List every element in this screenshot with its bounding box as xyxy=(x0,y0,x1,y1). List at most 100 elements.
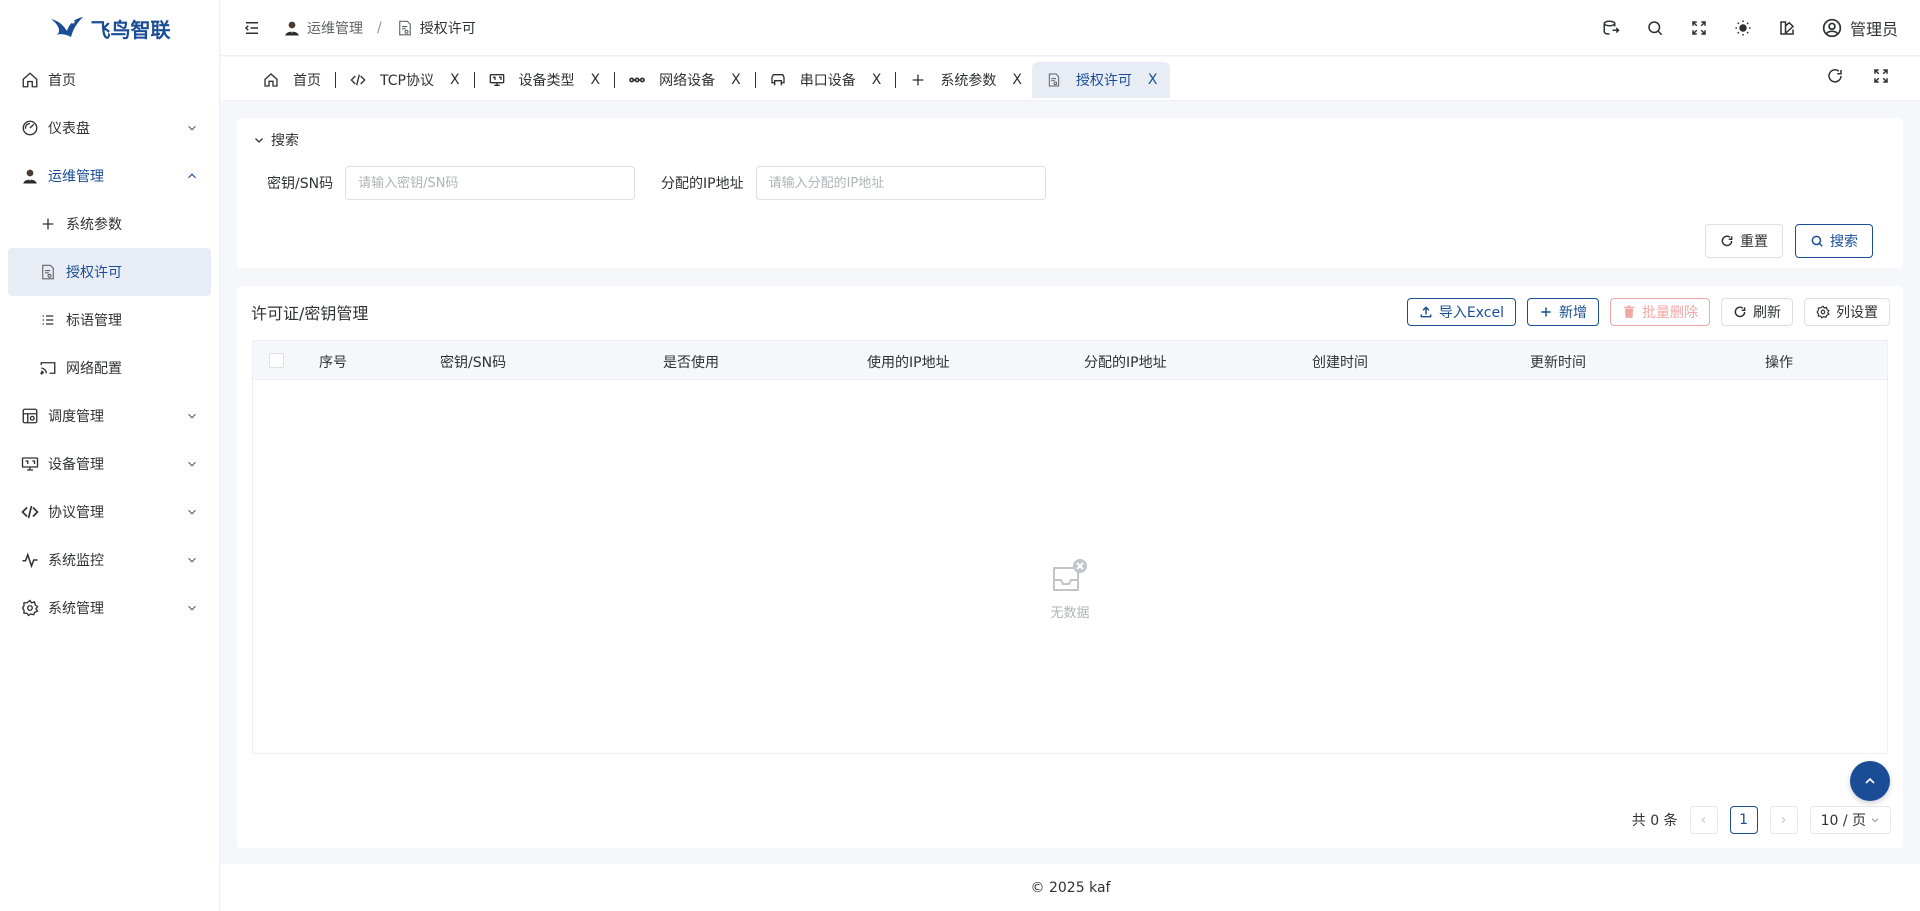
chevron-down-icon xyxy=(185,457,199,471)
sidebar-item-dashboard[interactable]: 仪表盘 xyxy=(0,104,219,152)
refresh-button[interactable]: 刷新 xyxy=(1721,298,1793,326)
sidebar-item-protocol[interactable]: 协议管理 xyxy=(0,488,219,536)
theme-icon[interactable] xyxy=(1778,19,1796,37)
sidebar-item-label: 调度管理 xyxy=(48,409,104,425)
empty-inbox-icon xyxy=(1050,556,1090,596)
add-button[interactable]: 新增 xyxy=(1527,298,1599,326)
app-logo[interactable]: 飞鸟智联 xyxy=(0,0,219,56)
fullscreen-icon[interactable] xyxy=(1872,67,1890,85)
fullscreen-icon[interactable] xyxy=(1690,19,1708,37)
chevron-down-icon xyxy=(185,121,199,135)
column-header-actions: 操作 xyxy=(1765,355,1793,371)
tab-close-button[interactable]: X xyxy=(872,72,882,88)
search-icon[interactable] xyxy=(1646,19,1664,37)
sidebar-item-label: 设备管理 xyxy=(48,457,104,473)
code-icon xyxy=(350,72,366,88)
chevron-down-icon xyxy=(185,505,199,519)
sidebar-item-slogan[interactable]: 标语管理 xyxy=(0,296,219,344)
chevron-down-icon xyxy=(253,134,265,146)
sidebar-item-network-config[interactable]: 网络配置 xyxy=(0,344,219,392)
tab-close-button[interactable]: X xyxy=(1012,72,1022,88)
reset-button[interactable]: 重置 xyxy=(1705,224,1783,258)
tab-network-device[interactable]: 网络设备 X xyxy=(619,62,751,98)
search-panel: 搜索 密钥/SN码 分配的IP地址 重置 搜索 xyxy=(237,118,1903,268)
tab-label: 系统参数 xyxy=(940,73,997,89)
next-page-button[interactable]: › xyxy=(1769,806,1798,834)
page-number-button[interactable]: 1 xyxy=(1729,806,1758,834)
back-to-top-button[interactable] xyxy=(1850,761,1890,801)
search-collapse-toggle[interactable]: 搜索 xyxy=(253,130,299,150)
tab-label: TCP协议 xyxy=(380,73,434,89)
sidebar-item-system-params[interactable]: 系统参数 xyxy=(0,200,219,248)
sidebar-item-label: 协议管理 xyxy=(48,505,104,521)
column-header-created-at[interactable]: 创建时间 xyxy=(1312,352,1368,372)
column-header-in-use[interactable]: 是否使用 xyxy=(663,352,719,372)
select-all-checkbox[interactable] xyxy=(269,353,284,368)
gear-icon xyxy=(20,598,40,618)
sidebar-item-label: 系统参数 xyxy=(66,217,122,233)
sidebar-item-label: 仪表盘 xyxy=(48,121,90,137)
table-panel: 许可证/密钥管理 导入Excel 新增 批量删除 刷新 列设置 序号 密钥/SN… xyxy=(237,286,1903,848)
trash-icon xyxy=(1622,305,1636,319)
tab-home[interactable]: 首页 xyxy=(253,62,331,98)
tab-device-type[interactable]: 设备类型 X xyxy=(479,62,611,98)
search-button[interactable]: 搜索 xyxy=(1795,224,1873,258)
tab-close-button[interactable]: X xyxy=(731,72,741,88)
serial-port-icon xyxy=(770,72,786,88)
prev-page-button[interactable]: ‹ xyxy=(1689,806,1718,834)
header-toolbar: 管理员 xyxy=(1602,16,1898,40)
import-excel-button[interactable]: 导入Excel xyxy=(1406,298,1516,326)
sidebar-item-system[interactable]: 系统管理 xyxy=(0,584,219,632)
top-header: 运维管理 / 授权许可 管理员 xyxy=(221,0,1920,56)
sidebar-item-ops[interactable]: 运维管理 xyxy=(0,152,219,200)
copyright-text: © 2025 kaf xyxy=(1030,879,1111,896)
tab-label: 网络设备 xyxy=(659,73,716,89)
sidebar-item-schedule[interactable]: 调度管理 xyxy=(0,392,219,440)
column-header-used-ip[interactable]: 使用的IP地址 xyxy=(867,352,950,372)
search-label: 搜索 xyxy=(1830,234,1858,250)
tab-tcp-protocol[interactable]: TCP协议 X xyxy=(340,62,470,98)
column-header-index[interactable]: 序号 xyxy=(319,352,347,372)
pulse-icon xyxy=(20,550,40,570)
import-label: 导入Excel xyxy=(1438,305,1504,321)
column-header-assigned-ip[interactable]: 分配的IP地址 xyxy=(1084,352,1167,372)
app-name: 飞鸟智联 xyxy=(90,17,171,42)
sidebar-item-monitor[interactable]: 系统监控 xyxy=(0,536,219,584)
search-icon xyxy=(1810,234,1824,248)
refresh-icon xyxy=(1720,234,1734,248)
assigned-ip-input[interactable] xyxy=(755,166,1046,200)
batch-delete-button[interactable]: 批量删除 xyxy=(1610,298,1710,326)
column-header-updated-at[interactable]: 更新时间 xyxy=(1530,352,1586,372)
collapse-sidebar-icon[interactable] xyxy=(243,19,261,37)
sidebar-item-label: 系统管理 xyxy=(48,601,104,617)
key-sn-input[interactable] xyxy=(345,166,636,200)
tab-serial-device[interactable]: 串口设备 X xyxy=(760,62,892,98)
table-header: 序号 密钥/SN码 是否使用 使用的IP地址 分配的IP地址 创建时间 更新时间… xyxy=(253,341,1887,380)
tab-close-button[interactable]: X xyxy=(1148,72,1158,88)
monitor-icon xyxy=(489,72,505,88)
pagination: 共 0 条 ‹ 1 › 10 / 页 xyxy=(1632,806,1891,834)
tab-license[interactable]: 授权许可 X xyxy=(1031,62,1170,98)
column-settings-button[interactable]: 列设置 xyxy=(1804,298,1890,326)
tab-close-button[interactable]: X xyxy=(450,72,460,88)
sidebar-item-device[interactable]: 设备管理 xyxy=(0,440,219,488)
chevron-down-icon xyxy=(1870,815,1880,825)
refresh-icon[interactable] xyxy=(1826,67,1844,85)
column-header-key-sn[interactable]: 密钥/SN码 xyxy=(440,352,506,372)
page-size-select[interactable]: 10 / 页 xyxy=(1809,806,1891,834)
cast-icon xyxy=(38,358,58,378)
footer: © 2025 kaf xyxy=(221,864,1920,911)
database-switch-icon[interactable] xyxy=(1602,19,1620,37)
sidebar-item-home[interactable]: 首页 xyxy=(0,56,219,104)
tab-close-button[interactable]: X xyxy=(591,72,601,88)
dashboard-icon xyxy=(20,118,40,138)
sidebar-item-license[interactable]: 授权许可 xyxy=(8,248,211,296)
sun-icon[interactable] xyxy=(1734,19,1752,37)
batch-delete-label: 批量删除 xyxy=(1642,305,1698,321)
key-sn-field: 密钥/SN码 xyxy=(267,166,636,200)
user-menu[interactable]: 管理员 xyxy=(1822,16,1898,40)
home-icon xyxy=(20,70,40,90)
tab-system-params[interactable]: 系统参数 X xyxy=(900,62,1032,98)
sidebar-item-label: 授权许可 xyxy=(66,265,122,281)
breadcrumb-item-ops[interactable]: 运维管理 xyxy=(283,18,363,38)
